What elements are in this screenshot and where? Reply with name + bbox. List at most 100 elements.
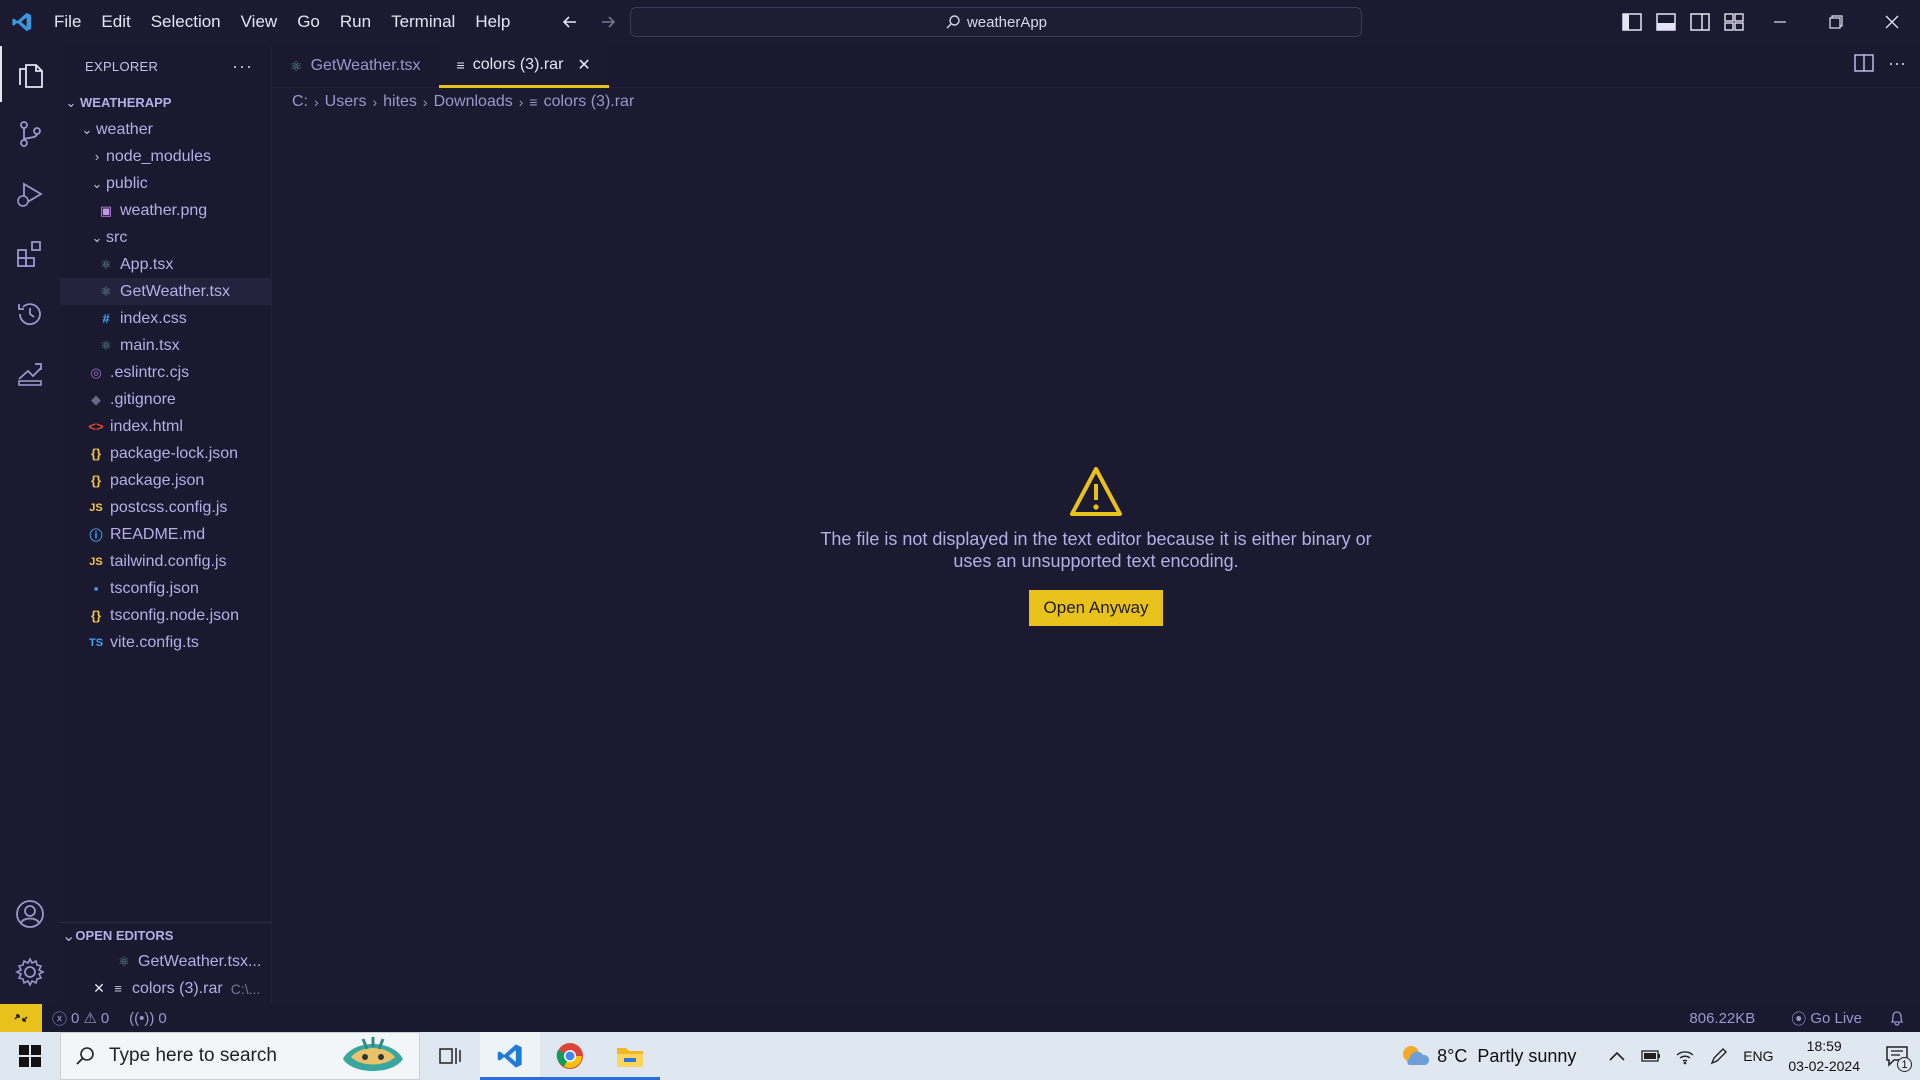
tree-item-label: weather.png (120, 201, 208, 219)
remote-indicator-icon[interactable] (0, 1004, 42, 1032)
breadcrumb: C: › Users › hites › Downloads › ≡ color… (292, 90, 634, 114)
tree-item-package-lock[interactable]: {} package-lock.json (60, 440, 272, 467)
vscode-taskbar-icon[interactable] (480, 1032, 540, 1080)
open-editor-label: GetWeather.tsx... (138, 952, 262, 970)
source-control-icon[interactable] (0, 106, 60, 162)
tree-item-label: tsconfig.node.json (110, 606, 239, 624)
tree-item-index-html[interactable]: <> index.html (60, 413, 272, 440)
breadcrumb-item[interactable]: Users (325, 93, 367, 111)
timeline-history-icon[interactable] (0, 286, 60, 342)
tree-item-label: public (106, 174, 148, 192)
open-editor-item[interactable]: ⚛ GetWeather.tsx... (60, 948, 272, 975)
problems-indicator[interactable]: ⓧ 0 ⚠ 0 (52, 1008, 109, 1029)
tree-item-vite-config[interactable]: TS vite.config.ts (60, 629, 272, 656)
file-explorer-taskbar-icon[interactable] (600, 1032, 660, 1080)
status-bar: ⓧ 0 ⚠ 0 ((•)) 0 806.22KB ⦿ Go Live (0, 1004, 1920, 1032)
forward-arrow-icon[interactable] (594, 8, 622, 36)
tree-item-index-css[interactable]: # index.css (60, 305, 272, 332)
toggle-secondary-sidebar-icon[interactable] (1688, 10, 1712, 34)
tree-item-postcss-config[interactable]: JS postcss.config.js (60, 494, 272, 521)
project-root-header[interactable]: ⌄ WEATHERAPP (60, 89, 272, 116)
taskbar-search[interactable]: Type here to search (60, 1032, 420, 1080)
wifi-icon[interactable] (1668, 1032, 1702, 1080)
tree-item-weather-png[interactable]: ▣ weather.png (60, 197, 272, 224)
menu-help[interactable]: Help (465, 0, 520, 44)
input-language[interactable]: ENG (1736, 1032, 1780, 1080)
notification-center-icon[interactable]: 1 (1874, 1032, 1920, 1080)
tree-item-main-tsx[interactable]: ⚛ main.tsx (60, 332, 272, 359)
notifications-bell-icon[interactable] (1890, 1010, 1904, 1026)
tree-item-getweather-tsx[interactable]: ⚛ GetWeather.tsx (60, 278, 272, 305)
toggle-panel-icon[interactable] (1654, 10, 1678, 34)
close-icon[interactable]: ✕ (577, 55, 590, 75)
run-debug-icon[interactable] (0, 166, 60, 222)
json-braces-icon: {} (90, 608, 102, 623)
tree-item-eslintrc[interactable]: ◎ .eslintrc.cjs (60, 359, 272, 386)
menu-terminal[interactable]: Terminal (381, 0, 465, 44)
file-size-indicator[interactable]: 806.22KB (1689, 1010, 1755, 1027)
windows-start-icon[interactable] (0, 1032, 60, 1080)
go-live-button[interactable]: ⦿ Go Live (1791, 1008, 1862, 1029)
close-icon[interactable]: ✕ (90, 980, 108, 997)
tree-item-tailwind-config[interactable]: JS tailwind.config.js (60, 548, 272, 575)
breadcrumb-item[interactable]: C: (292, 93, 308, 111)
weather-widget[interactable]: 8°C Partly sunny (1399, 1043, 1576, 1069)
tab-getweather[interactable]: ⚛ GetWeather.tsx (272, 44, 439, 88)
tree-item-label: node_modules (106, 147, 211, 165)
partly-sunny-icon (1403, 1046, 1430, 1065)
close-window-icon[interactable] (1864, 0, 1920, 44)
customize-layout-icon[interactable] (1722, 10, 1746, 34)
windows-taskbar: Type here to search 8°C Partly sunny ENG… (0, 1032, 1920, 1080)
tree-item-src[interactable]: ⌄ src (60, 224, 272, 251)
breadcrumb-item[interactable]: Downloads (434, 93, 513, 111)
command-center-search[interactable]: weatherApp (630, 7, 1362, 37)
pen-ink-icon[interactable] (1702, 1032, 1736, 1080)
open-editors-header[interactable]: ⌄ OPEN EDITORS (60, 922, 272, 948)
tree-item-node-modules[interactable]: › node_modules (60, 143, 272, 170)
menu-view[interactable]: View (231, 0, 288, 44)
tree-item-label: vite.config.ts (110, 633, 199, 651)
restore-icon[interactable] (1808, 0, 1864, 44)
show-hidden-icons-chevron-up-icon[interactable] (1600, 1032, 1634, 1080)
breadcrumb-item[interactable]: hites (383, 93, 417, 111)
open-anyway-button[interactable]: Open Anyway (1028, 590, 1164, 626)
menu-selection[interactable]: Selection (141, 0, 231, 44)
more-actions-icon[interactable]: ··· (1888, 54, 1906, 77)
open-editor-item[interactable]: ✕ ≡ colors (3).rar C:\... (60, 975, 272, 1002)
tree-item-tsconfig-node[interactable]: {} tsconfig.node.json (60, 602, 272, 629)
tree-item-label: src (106, 228, 128, 246)
task-view-icon[interactable] (420, 1032, 480, 1080)
battery-icon[interactable] (1634, 1032, 1668, 1080)
remote-explorer-icon[interactable] (0, 346, 60, 402)
breadcrumb-item[interactable]: colors (3).rar (544, 93, 635, 111)
explorer-icon[interactable] (0, 46, 60, 102)
chevron-down-icon: ⌄ (62, 927, 76, 945)
tree-item-package-json[interactable]: {} package.json (60, 467, 272, 494)
chevron-right-icon: › (314, 94, 319, 110)
tab-colors-rar[interactable]: ≡ colors (3).rar ✕ (438, 44, 609, 88)
tree-item-gitignore[interactable]: ◆ .gitignore (60, 386, 272, 413)
tree-item-app-tsx[interactable]: ⚛ App.tsx (60, 251, 272, 278)
tree-item-label: index.html (110, 417, 183, 435)
ports-indicator[interactable]: ((•)) 0 (129, 1010, 167, 1027)
tree-item-readme[interactable]: ⓘ README.md (60, 521, 272, 548)
menu-edit[interactable]: Edit (91, 0, 140, 44)
minimize-icon[interactable] (1752, 0, 1808, 44)
chevron-right-icon: › (422, 94, 428, 110)
tree-item-tsconfig[interactable]: ▪ tsconfig.json (60, 575, 272, 602)
accounts-icon[interactable] (0, 886, 60, 942)
menu-file[interactable]: File (44, 0, 91, 44)
toggle-primary-sidebar-icon[interactable] (1620, 10, 1644, 34)
more-actions-icon[interactable]: ··· (232, 56, 253, 77)
split-editor-icon[interactable] (1854, 54, 1874, 77)
chrome-taskbar-icon[interactable] (540, 1032, 600, 1080)
settings-gear-icon[interactable] (0, 944, 60, 1000)
menu-run[interactable]: Run (330, 0, 381, 44)
menu-go[interactable]: Go (287, 0, 330, 44)
tree-item-weather[interactable]: ⌄ weather (60, 116, 272, 143)
back-arrow-icon[interactable] (556, 8, 584, 36)
editor-area: The file is not displayed in the text ed… (272, 118, 1920, 1004)
extensions-icon[interactable] (0, 226, 60, 282)
clock[interactable]: 18:59 03-02-2024 (1788, 1036, 1860, 1076)
tree-item-public[interactable]: ⌄ public (60, 170, 272, 197)
